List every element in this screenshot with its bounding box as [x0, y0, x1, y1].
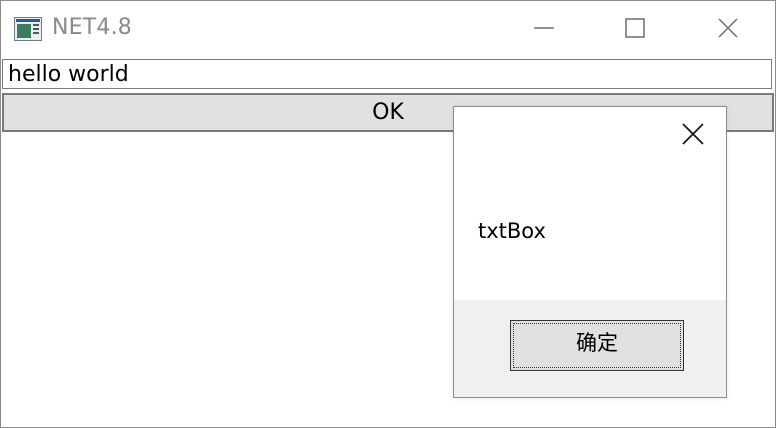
minimize-icon [533, 17, 555, 43]
main-window: NET4.8 hello world OK txtBox 确定 [0, 0, 776, 428]
close-button[interactable] [705, 1, 751, 58]
minimize-button[interactable] [521, 1, 567, 58]
text-input[interactable]: hello world [2, 59, 772, 89]
message-box-footer: 确定 [454, 300, 726, 397]
maximize-icon [624, 17, 646, 43]
close-icon [717, 17, 739, 43]
close-icon [682, 123, 704, 149]
title-bar[interactable]: NET4.8 [1, 1, 775, 58]
message-box-close-button[interactable] [678, 121, 708, 151]
window-title: NET4.8 [52, 15, 132, 40]
app-window-icon [14, 17, 42, 41]
maximize-button[interactable] [612, 1, 658, 58]
message-text: txtBox [478, 219, 546, 243]
message-box-dialog: txtBox 确定 [453, 106, 727, 398]
confirm-button[interactable]: 确定 [510, 320, 684, 371]
